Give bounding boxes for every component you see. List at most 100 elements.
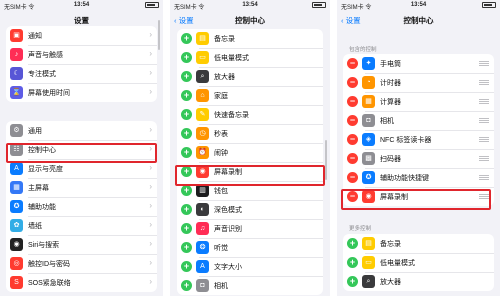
control-row: + ▤ 备忘录 bbox=[177, 29, 323, 48]
control-row-label: 相机 bbox=[380, 117, 394, 125]
dark-mode-icon: ◐ bbox=[196, 203, 209, 216]
control-row-label: 闹钟 bbox=[214, 149, 228, 157]
accessibility-icon: ✪ bbox=[10, 200, 23, 213]
settings-row[interactable]: ◎ 触控ID与密码 › bbox=[6, 254, 157, 273]
reorder-handle-icon[interactable] bbox=[479, 118, 489, 123]
add-control-button[interactable]: + bbox=[347, 276, 358, 287]
flower-icon: ✿ bbox=[10, 219, 23, 232]
calculator-icon: ▦ bbox=[362, 95, 375, 108]
notes-icon: ▤ bbox=[362, 237, 375, 250]
page-title: 控制中心 bbox=[403, 16, 434, 25]
nfc-icon: ◈ bbox=[362, 133, 375, 146]
reorder-handle-icon[interactable] bbox=[479, 156, 489, 161]
status-bar: 无SIM卡 令 13:54 bbox=[170, 0, 330, 12]
settings-row[interactable]: S SOS紧急联络 › bbox=[6, 273, 157, 292]
aa-icon: A bbox=[10, 162, 23, 175]
settings-row-label: SOS紧急联络 bbox=[28, 279, 71, 287]
add-control-button[interactable]: + bbox=[181, 242, 192, 253]
add-control-button[interactable]: + bbox=[181, 185, 192, 196]
house-icon: ⌂ bbox=[196, 89, 209, 102]
settings-row-label: 主屏幕 bbox=[28, 184, 49, 192]
settings-row-label: 声音与触感 bbox=[28, 51, 63, 59]
magnifier-icon: ⌕ bbox=[196, 70, 209, 83]
qr-icon: ▩ bbox=[362, 152, 375, 165]
reorder-handle-icon[interactable] bbox=[479, 137, 489, 142]
bell-icon: ▣ bbox=[10, 29, 23, 42]
remove-control-button[interactable]: − bbox=[347, 153, 358, 164]
battery-icon bbox=[312, 2, 326, 8]
reorder-handle-icon[interactable] bbox=[479, 99, 489, 104]
settings-row-label: 屏幕使用时间 bbox=[28, 89, 70, 97]
control-row: + ◘ 相机 bbox=[177, 276, 323, 295]
chevron-right-icon: › bbox=[149, 163, 152, 172]
add-control-button[interactable]: + bbox=[181, 204, 192, 215]
accessibility-icon: ✪ bbox=[362, 171, 375, 184]
control-row: + ▭ 低电量模式 bbox=[177, 48, 323, 67]
page-title: 设置 bbox=[74, 16, 89, 25]
control-row-label: 低电量模式 bbox=[214, 54, 249, 62]
add-control-button[interactable]: + bbox=[181, 147, 192, 158]
add-control-button[interactable]: + bbox=[181, 90, 192, 101]
control-row-label: 相机 bbox=[214, 282, 228, 290]
control-row-label: 放大器 bbox=[214, 73, 235, 81]
moon-icon: ☾ bbox=[10, 67, 23, 80]
control-row-label: NFC 标签读卡器 bbox=[380, 136, 432, 144]
control-row: + ⌂ 家庭 bbox=[177, 86, 323, 105]
settings-row[interactable]: ◉ Siri与搜索 › bbox=[6, 235, 157, 254]
reorder-handle-icon[interactable] bbox=[479, 80, 489, 85]
add-control-button[interactable]: + bbox=[181, 109, 192, 120]
control-row: + ⏰ 闹钟 bbox=[177, 143, 323, 162]
control-row: + ❂ 听觉 bbox=[177, 238, 323, 257]
control-row-label: 辅助功能快捷键 bbox=[380, 174, 429, 182]
battery-icon bbox=[145, 2, 159, 8]
control-row: + ♫ 声音识别 bbox=[177, 219, 323, 238]
control-row: − ▩ 扫码器 bbox=[343, 149, 494, 168]
battery-icon: ▭ bbox=[196, 51, 209, 64]
text-size-icon: A bbox=[196, 260, 209, 273]
settings-row[interactable]: ▦ 主屏幕 › bbox=[6, 178, 157, 197]
ear-icon: ❂ bbox=[196, 241, 209, 254]
more-controls-list: + ▤ 备忘录 + ▭ 低电量模式 + ⌕ 放大器 bbox=[343, 234, 494, 291]
remove-control-button[interactable]: − bbox=[347, 115, 358, 126]
chevron-right-icon: › bbox=[149, 30, 152, 39]
add-control-button[interactable]: + bbox=[181, 261, 192, 272]
add-control-button[interactable]: + bbox=[181, 71, 192, 82]
control-row: + ◷ 秒表 bbox=[177, 124, 323, 143]
scrollbar[interactable] bbox=[158, 20, 160, 50]
speaker-icon: ♪ bbox=[10, 48, 23, 61]
clock: 13:54 bbox=[73, 2, 90, 8]
remove-control-button[interactable]: − bbox=[347, 134, 358, 145]
add-control-button[interactable]: + bbox=[181, 128, 192, 139]
chevron-right-icon: › bbox=[149, 49, 152, 58]
add-control-button[interactable]: + bbox=[347, 257, 358, 268]
settings-row[interactable]: ✪ 辅助功能 › bbox=[6, 197, 157, 216]
control-row: + ▤ 备忘录 bbox=[343, 234, 494, 253]
scrollbar[interactable] bbox=[325, 140, 327, 180]
remove-control-button[interactable]: − bbox=[347, 58, 358, 69]
reorder-handle-icon[interactable] bbox=[479, 175, 489, 180]
settings-row[interactable]: ▣ 通知 › bbox=[6, 26, 157, 45]
nav-bar: ‹ 设置 控制中心 bbox=[170, 12, 330, 28]
settings-row[interactable]: ✿ 墙纸 › bbox=[6, 216, 157, 235]
settings-row[interactable]: ☾ 专注模式 › bbox=[6, 64, 157, 83]
home-grid-icon: ▦ bbox=[10, 181, 23, 194]
remove-control-button[interactable]: − bbox=[347, 77, 358, 88]
status-bar: 无SIM卡 令 13:54 bbox=[337, 0, 500, 12]
control-row: + ▭ 低电量模式 bbox=[343, 253, 494, 272]
control-row-label: 钱包 bbox=[214, 187, 228, 195]
add-control-button[interactable]: + bbox=[181, 223, 192, 234]
settings-row[interactable]: ♪ 声音与触感 › bbox=[6, 45, 157, 64]
chevron-right-icon: › bbox=[149, 258, 152, 267]
add-control-button[interactable]: + bbox=[181, 52, 192, 63]
notes-icon: ▤ bbox=[196, 32, 209, 45]
add-control-button[interactable]: + bbox=[181, 280, 192, 291]
remove-control-button[interactable]: − bbox=[347, 172, 358, 183]
settings-row-label: 通用 bbox=[28, 127, 42, 135]
highlight-box bbox=[6, 143, 157, 163]
add-control-button[interactable]: + bbox=[347, 238, 358, 249]
add-control-button[interactable]: + bbox=[181, 33, 192, 44]
reorder-handle-icon[interactable] bbox=[479, 61, 489, 66]
settings-row[interactable]: ⚙ 通用 › bbox=[6, 121, 157, 140]
remove-control-button[interactable]: − bbox=[347, 96, 358, 107]
settings-row[interactable]: ⌛ 屏幕使用时间 › bbox=[6, 83, 157, 102]
